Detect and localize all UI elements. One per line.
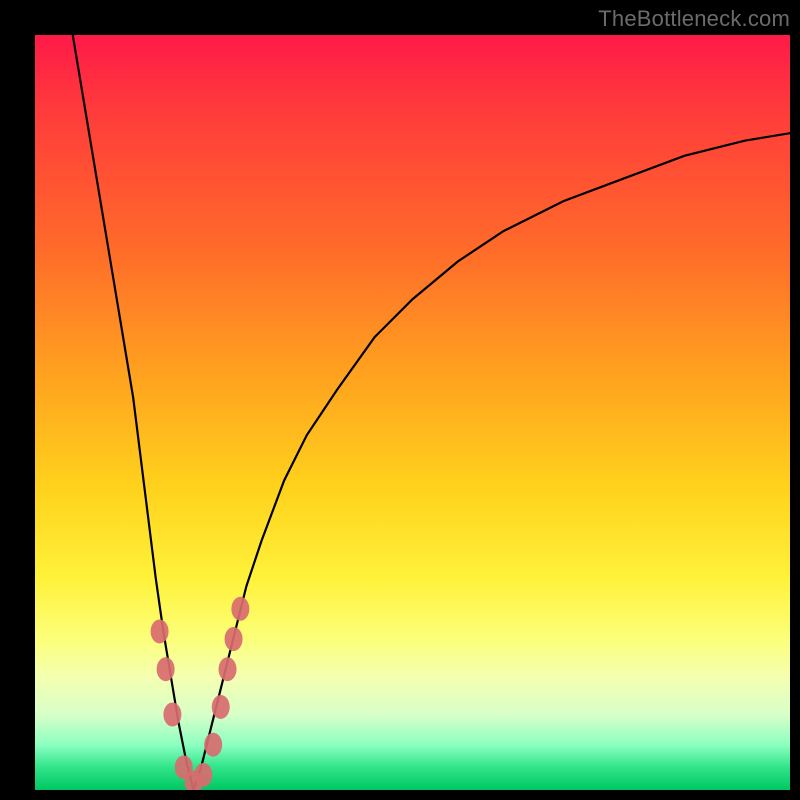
marker-point bbox=[212, 695, 230, 719]
plot-svg bbox=[35, 35, 790, 790]
marker-point bbox=[231, 597, 249, 621]
marker-point bbox=[163, 703, 181, 727]
curve-right-branch bbox=[194, 133, 790, 790]
marker-point bbox=[219, 657, 237, 681]
marker-point bbox=[225, 627, 243, 651]
curve-left-branch bbox=[73, 35, 194, 790]
marker-point bbox=[194, 763, 212, 787]
watermark-text: TheBottleneck.com bbox=[598, 6, 790, 32]
chart-frame: TheBottleneck.com bbox=[0, 0, 800, 800]
marker-point bbox=[204, 733, 222, 757]
marker-group bbox=[151, 597, 250, 790]
marker-point bbox=[151, 619, 169, 643]
marker-point bbox=[157, 657, 175, 681]
plot-area bbox=[35, 35, 790, 790]
